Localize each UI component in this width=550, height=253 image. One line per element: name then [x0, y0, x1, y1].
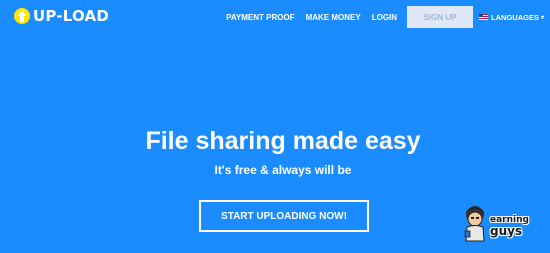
watermark-word-guys: guys: [490, 224, 523, 238]
top-navbar: UP-LOAD PAYMENT PROOF MAKE MONEY LOGIN S…: [0, 0, 550, 34]
signup-button[interactable]: SIGN UP: [407, 6, 474, 28]
start-uploading-button[interactable]: START UPLOADING NOW!: [199, 200, 369, 232]
nav-item-login[interactable]: LOGIN: [372, 13, 397, 22]
logo-text: UP-LOAD: [33, 7, 109, 25]
us-flag-icon: [479, 14, 489, 20]
hero-subtitle: It's free & always will be: [214, 163, 352, 177]
nav-item-payment-proof[interactable]: PAYMENT PROOF: [226, 13, 294, 22]
watermark-text: earning guys: [490, 216, 529, 238]
main-nav: PAYMENT PROOF MAKE MONEY LOGIN SIGN UP L…: [215, 6, 544, 28]
site-logo[interactable]: UP-LOAD: [14, 7, 109, 25]
languages-label: LANGUAGES: [491, 12, 539, 22]
upload-arrow-icon: [14, 8, 30, 24]
caret-down-icon: ▾: [540, 14, 544, 21]
hero-title: File sharing made easy: [145, 127, 421, 155]
mascot-icon: [462, 205, 488, 248]
languages-dropdown[interactable]: LANGUAGES ▾: [479, 13, 544, 22]
nav-item-make-money[interactable]: MAKE MONEY: [306, 13, 361, 22]
earning-guys-watermark: earning guys: [462, 205, 529, 248]
